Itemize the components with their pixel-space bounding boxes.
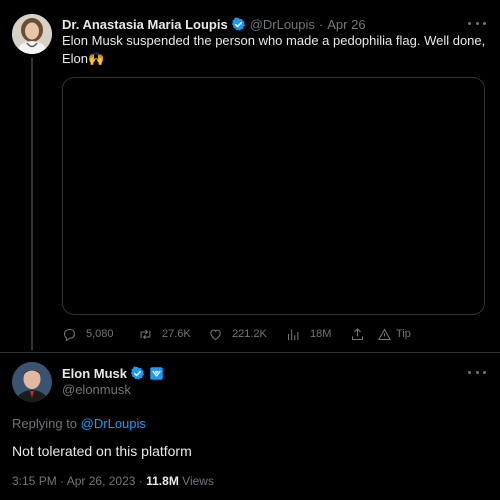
replying-to-link[interactable]: @DrLoupis [81,416,146,431]
reply-text: Not tolerated on this platform [12,443,192,459]
header-separator: · [318,16,324,32]
more-options-icon[interactable] [468,367,486,377]
original-tweet[interactable]: Dr. Anastasia Maria Loupis @DrLoupis · A… [0,0,500,352]
reply-author-name[interactable]: Elon Musk [62,366,127,381]
views-count: 18M [310,328,332,340]
replying-to: Replying to @DrLoupis [12,416,146,431]
tweet-header: Dr. Anastasia Maria Loupis @DrLoupis · A… [62,15,366,33]
author-name[interactable]: Dr. Anastasia Maria Loupis [62,17,228,32]
tweet-divider [0,352,500,353]
reply-author-handle[interactable]: @elonmusk [62,382,131,397]
retweet-button[interactable]: 27.6K [138,324,191,344]
author-handle[interactable]: @DrLoupis [250,17,315,32]
views-count: 11.8M [146,474,179,488]
reply-time[interactable]: 3:15 PM [12,474,57,488]
replying-prefix: Replying to [12,416,78,431]
verified-badge-icon [130,366,145,380]
tweet-media[interactable] [62,77,485,315]
reply-button[interactable]: 5,080 [62,324,114,344]
views-button[interactable]: 18M [286,324,331,344]
retweet-count: 27.6K [162,328,191,340]
verified-badge-icon [231,17,245,31]
views-icon [287,329,299,340]
meta-separator-2: · [138,474,143,488]
tip-icon [377,327,392,340]
views-label: Views [182,474,214,488]
share-button[interactable] [350,324,365,344]
tip-label: Tip [396,328,411,340]
reply-header: Elon Musk [62,365,164,382]
tip-button[interactable]: Tip [377,324,411,344]
tweet-text: Elon Musk suspended the person who made … [62,33,486,66]
reply-meta: 3:15 PM · Apr 26, 2023 · 11.8M Views [12,474,214,488]
thread-connector-line [31,58,33,350]
like-icon [210,329,221,340]
meta-separator: · [60,474,65,488]
avatar-elonmusk[interactable] [12,362,52,402]
share-icon [351,327,364,340]
tweet-date[interactable]: Apr 26 [327,17,365,32]
avatar-drloupis[interactable] [12,14,52,54]
like-count: 221.2K [232,328,267,340]
more-options-icon[interactable] [468,18,486,28]
reply-icon [63,328,76,341]
like-button[interactable]: 221.2K [208,324,267,344]
reply-date[interactable]: Apr 26, 2023 [67,474,136,488]
reply-count: 5,080 [86,328,114,340]
tweet-actions: 5,080 27.6K 221.2K 18M Tip [62,324,422,344]
retweet-icon [140,329,151,339]
affiliate-badge-icon[interactable] [149,366,164,381]
